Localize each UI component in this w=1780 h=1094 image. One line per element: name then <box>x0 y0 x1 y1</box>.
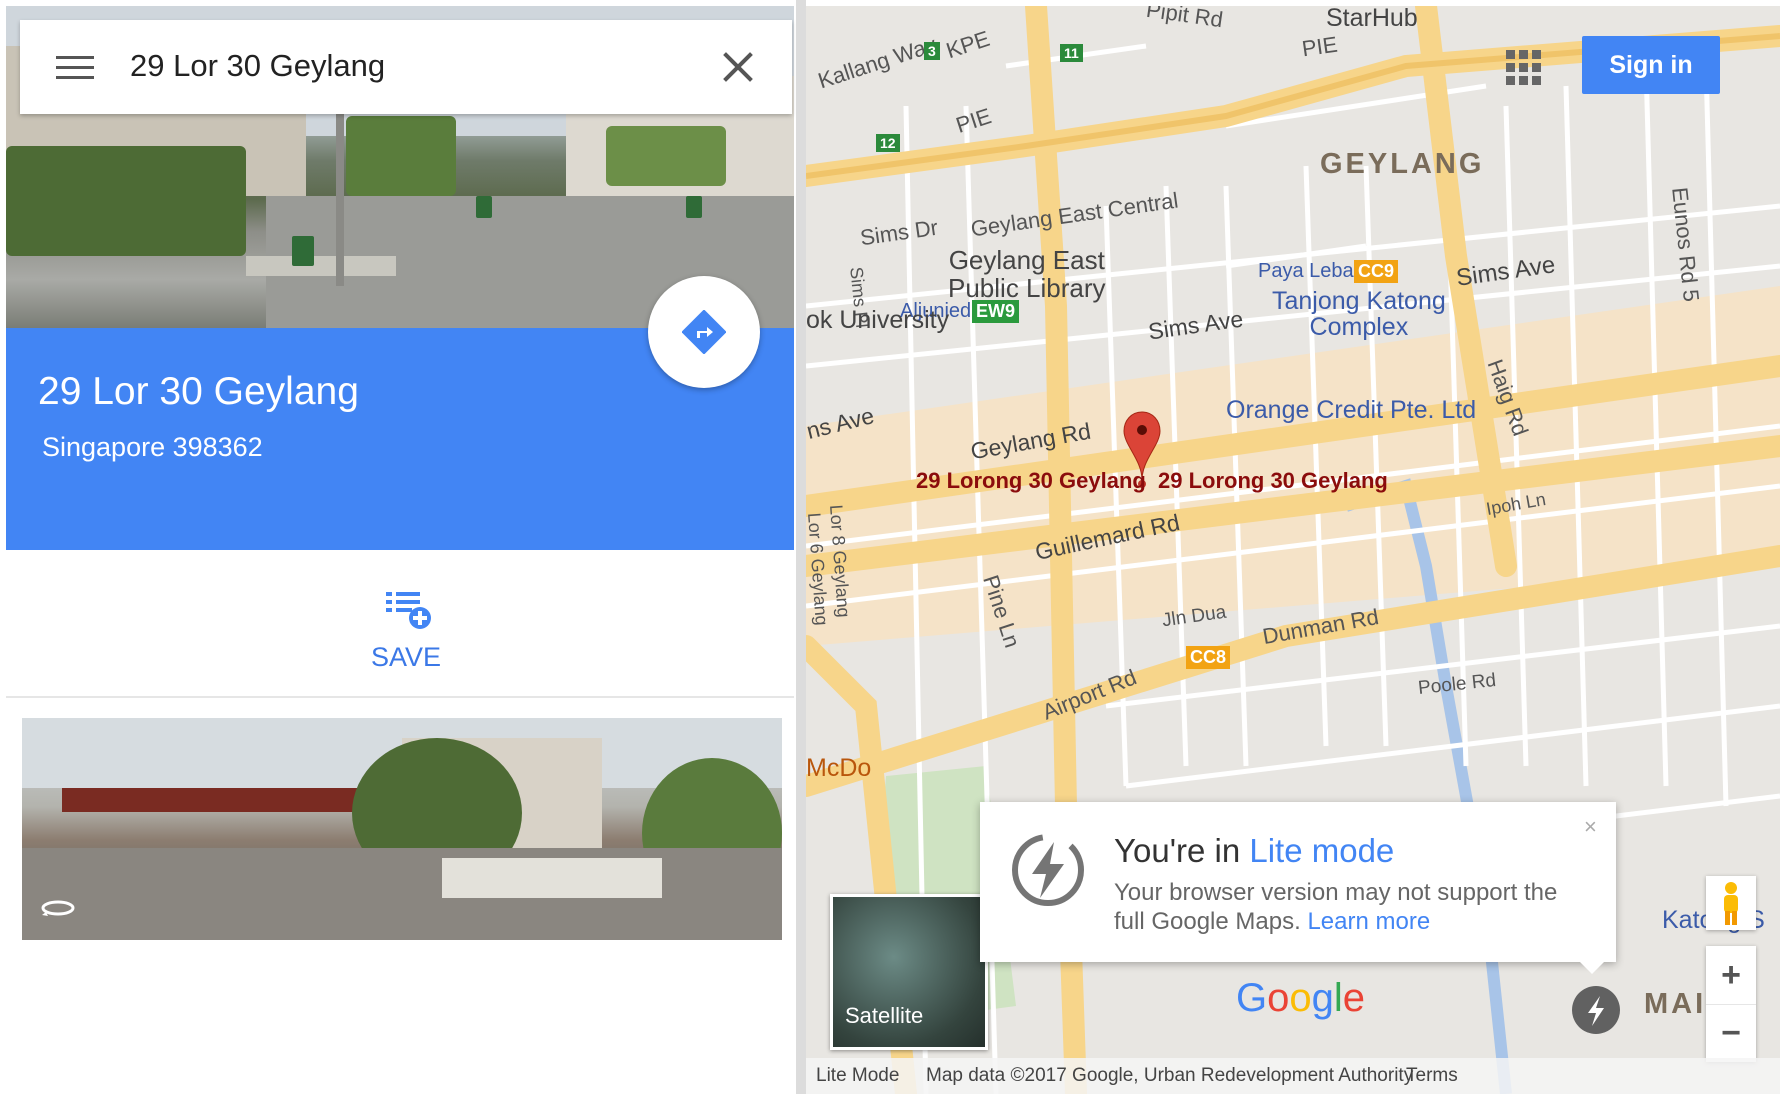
save-label: SAVE <box>370 642 442 672</box>
lite-mode-body: Your browser version may not support the… <box>1114 878 1574 936</box>
pegman-button[interactable] <box>1706 876 1756 930</box>
apps-grid-icon[interactable] <box>1506 50 1542 86</box>
poi-label: StarHub <box>1326 6 1418 32</box>
lite-mode-footer-link[interactable]: Lite Mode <box>816 1065 899 1087</box>
road-label: PIE <box>1300 31 1339 62</box>
close-icon[interactable]: × <box>1584 814 1597 840</box>
map-data-attribution: Map data ©2017 Google, Urban Redevelopme… <box>926 1065 1414 1086</box>
fence <box>442 858 662 898</box>
place-subtitle: Singapore 398362 <box>42 432 263 462</box>
lite-mode-title: You're in Lite mode <box>1114 832 1394 870</box>
search-input[interactable]: 29 Lor 30 Geylang <box>130 48 385 84</box>
mrt-badge: CC9 <box>1354 260 1399 283</box>
zoom-in-button[interactable]: + <box>1706 946 1756 1005</box>
learn-more-link[interactable]: Learn more <box>1307 908 1430 935</box>
save-button[interactable]: SAVE <box>6 550 794 696</box>
zoom-out-button[interactable]: − <box>1706 1004 1756 1062</box>
mrt-badge: CC8 <box>1186 646 1231 669</box>
photo-thumbnail[interactable] <box>22 718 782 940</box>
lite-title-prefix: You're in <box>1114 832 1250 869</box>
place-sidebar: 29 Lor 30 Geylang 29 Lor 30 Geylang Sing… <box>0 0 806 1094</box>
satellite-label: Satellite <box>845 1003 924 1028</box>
lite-mode-card: You're in Lite mode Your browser version… <box>980 802 1616 974</box>
marker-label-right: 29 Lorong 30 Geylang <box>1158 468 1388 493</box>
poi-label: Geylang East Public Library <box>948 245 1106 303</box>
place-title: 29 Lor 30 Geylang <box>38 370 359 413</box>
directions-button[interactable] <box>648 276 760 388</box>
directions-icon <box>682 310 726 354</box>
trash-bin <box>476 196 492 218</box>
map-footer: Lite Mode Map data ©2017 Google, Urban R… <box>806 1058 1780 1094</box>
map-canvas[interactable]: Kallang Way 3 KPE 11 12 PIE Pipit Rd Sta… <box>806 6 1780 1094</box>
tree <box>606 126 726 186</box>
mrt-label: Paya Lebar <box>1258 260 1361 282</box>
sign-in-button[interactable]: Sign in <box>1582 36 1720 94</box>
expressway-shield: 11 <box>1060 44 1083 62</box>
trash-bin <box>292 236 314 266</box>
marker-label-left: 29 Lorong 30 Geylang <box>916 468 1146 493</box>
google-logo: Google <box>1236 976 1366 1020</box>
lite-mode-link[interactable]: Lite mode <box>1249 832 1394 869</box>
trash-bin <box>686 196 702 218</box>
poi-label: Tanjong Katong Complex <box>1272 287 1446 341</box>
expressway-shield: 3 <box>924 42 940 60</box>
roof <box>62 788 392 812</box>
sidebar-scrollbar[interactable] <box>796 0 806 1094</box>
zoom-control: + − <box>1706 946 1756 1062</box>
lightning-icon <box>1012 834 1084 906</box>
street <box>22 848 782 940</box>
close-icon[interactable] <box>720 48 756 84</box>
tree <box>346 116 456 196</box>
curb <box>246 256 396 276</box>
menu-icon[interactable] <box>56 56 94 80</box>
poi-label: McDo <box>806 754 872 782</box>
hedge <box>6 146 246 256</box>
mrt-badge: EW9 <box>972 300 1020 323</box>
lite-mode-button[interactable] <box>1572 986 1620 1034</box>
district-label: GEYLANG <box>1320 148 1485 180</box>
divider <box>6 696 794 698</box>
pegman-icon <box>1724 882 1738 925</box>
save-list-icon <box>386 592 431 629</box>
satellite-toggle[interactable]: Satellite <box>830 894 988 1050</box>
poi-label: ok University <box>806 306 950 334</box>
search-box[interactable]: 29 Lor 30 Geylang <box>20 20 792 114</box>
lightning-icon <box>1588 996 1604 1026</box>
terms-link[interactable]: Terms <box>1406 1065 1458 1087</box>
rotate-360-icon <box>41 900 75 916</box>
district-label: MAI <box>1644 988 1707 1020</box>
expressway-shield: 12 <box>876 134 900 152</box>
poi-label: Orange Credit Pte. Ltd <box>1226 396 1477 424</box>
